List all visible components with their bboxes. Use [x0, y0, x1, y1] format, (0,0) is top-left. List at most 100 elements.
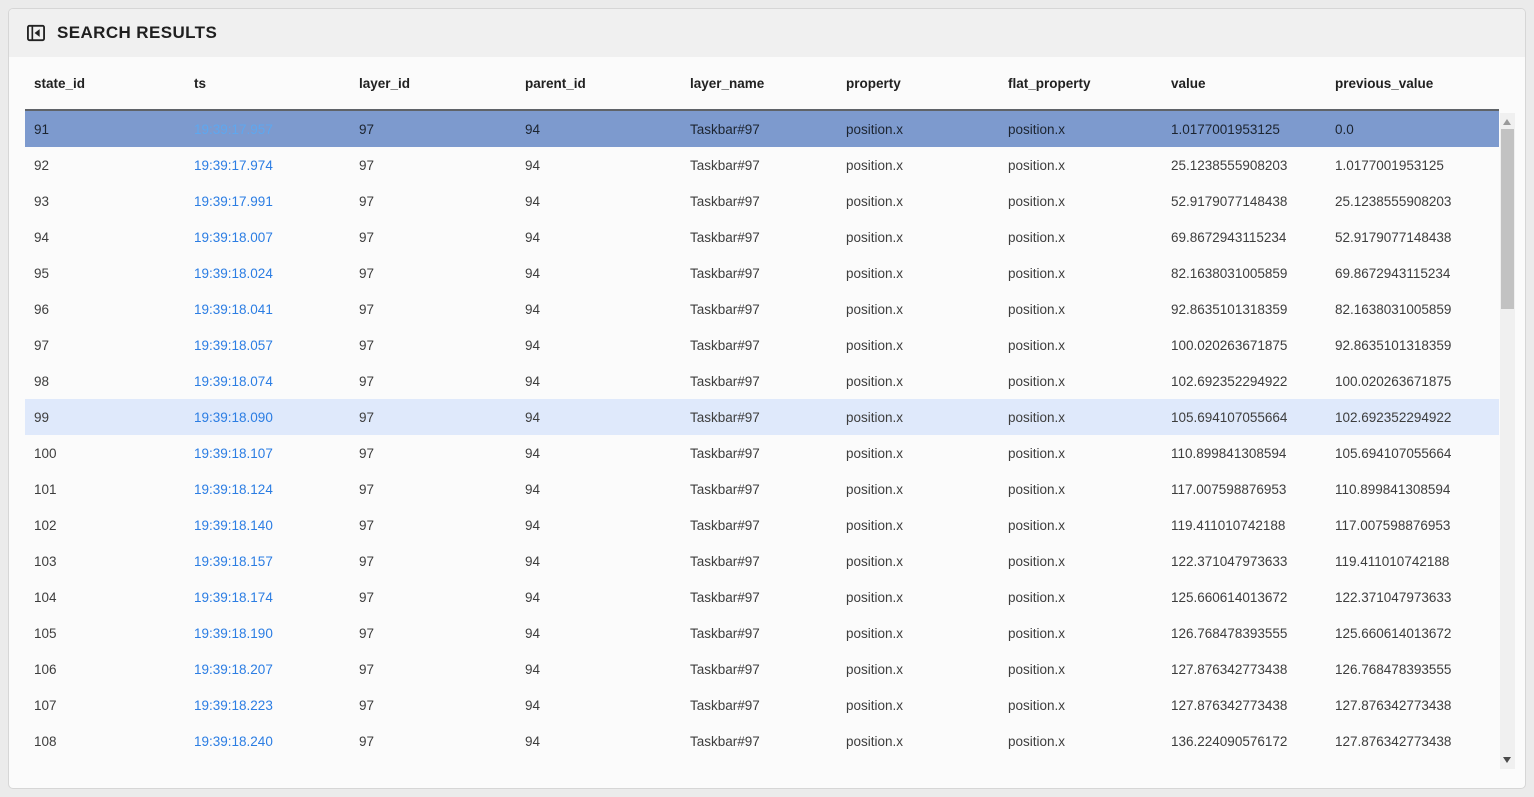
- cell-property: position.x: [837, 734, 999, 749]
- cell-layer_name: Taskbar#97: [681, 410, 837, 425]
- ts-link[interactable]: 19:39:17.974: [194, 158, 273, 173]
- cell-layer_id: 97: [350, 158, 516, 173]
- table-row[interactable]: 108 19:39:18.240 97 94 Taskbar#97 positi…: [25, 723, 1499, 759]
- scroll-up-icon[interactable]: [1503, 119, 1511, 125]
- ts-link[interactable]: 19:39:18.174: [194, 590, 273, 605]
- cell-previous_value: 82.1638031005859: [1326, 302, 1499, 317]
- dock-left-icon[interactable]: [25, 22, 47, 44]
- ts-link[interactable]: 19:39:18.157: [194, 554, 273, 569]
- ts-link[interactable]: 19:39:18.090: [194, 410, 273, 425]
- cell-state_id: 99: [25, 410, 185, 425]
- cell-previous_value: 127.876342773438: [1326, 734, 1499, 749]
- cell-parent_id: 94: [516, 554, 681, 569]
- ts-link[interactable]: 19:39:18.041: [194, 302, 273, 317]
- ts-link[interactable]: 19:39:17.957: [194, 122, 273, 137]
- ts-link[interactable]: 19:39:18.007: [194, 230, 273, 245]
- ts-link[interactable]: 19:39:18.107: [194, 446, 273, 461]
- scrollbar-track[interactable]: [1500, 113, 1515, 769]
- table-row[interactable]: 93 19:39:17.991 97 94 Taskbar#97 positio…: [25, 183, 1499, 219]
- cell-ts: 19:39:18.223: [185, 698, 350, 713]
- cell-flat_property: position.x: [999, 194, 1162, 209]
- table-row[interactable]: 92 19:39:17.974 97 94 Taskbar#97 positio…: [25, 147, 1499, 183]
- table-row[interactable]: 97 19:39:18.057 97 94 Taskbar#97 positio…: [25, 327, 1499, 363]
- col-header-layer_name: layer_name: [681, 76, 837, 91]
- table-row[interactable]: 106 19:39:18.207 97 94 Taskbar#97 positi…: [25, 651, 1499, 687]
- table-row[interactable]: 101 19:39:18.124 97 94 Taskbar#97 positi…: [25, 471, 1499, 507]
- cell-previous_value: 102.692352294922: [1326, 410, 1499, 425]
- table-row[interactable]: 100 19:39:18.107 97 94 Taskbar#97 positi…: [25, 435, 1499, 471]
- table-row[interactable]: 103 19:39:18.157 97 94 Taskbar#97 positi…: [25, 543, 1499, 579]
- ts-link[interactable]: 19:39:18.074: [194, 374, 273, 389]
- cell-flat_property: position.x: [999, 482, 1162, 497]
- cell-property: position.x: [837, 230, 999, 245]
- table-row[interactable]: 102 19:39:18.140 97 94 Taskbar#97 positi…: [25, 507, 1499, 543]
- cell-layer_id: 97: [350, 518, 516, 533]
- ts-link[interactable]: 19:39:18.223: [194, 698, 273, 713]
- cell-ts: 19:39:18.240: [185, 734, 350, 749]
- ts-link[interactable]: 19:39:17.991: [194, 194, 273, 209]
- cell-state_id: 108: [25, 734, 185, 749]
- cell-parent_id: 94: [516, 446, 681, 461]
- table-row[interactable]: 99 19:39:18.090 97 94 Taskbar#97 positio…: [25, 399, 1499, 435]
- results-table-area: state_id ts layer_id parent_id layer_nam…: [9, 57, 1525, 789]
- cell-layer_name: Taskbar#97: [681, 302, 837, 317]
- ts-link[interactable]: 19:39:18.140: [194, 518, 273, 533]
- cell-parent_id: 94: [516, 518, 681, 533]
- cell-previous_value: 126.768478393555: [1326, 662, 1499, 677]
- col-header-property: property: [837, 76, 999, 91]
- cell-ts: 19:39:18.174: [185, 590, 350, 605]
- cell-layer_id: 97: [350, 698, 516, 713]
- table-row[interactable]: 105 19:39:18.190 97 94 Taskbar#97 positi…: [25, 615, 1499, 651]
- cell-value: 25.1238555908203: [1162, 158, 1326, 173]
- cell-previous_value: 125.660614013672: [1326, 626, 1499, 641]
- ts-link[interactable]: 19:39:18.057: [194, 338, 273, 353]
- cell-previous_value: 0.0: [1326, 122, 1499, 137]
- ts-link[interactable]: 19:39:18.240: [194, 734, 273, 749]
- ts-link[interactable]: 19:39:18.190: [194, 626, 273, 641]
- cell-parent_id: 94: [516, 590, 681, 605]
- cell-ts: 19:39:18.007: [185, 230, 350, 245]
- table-row[interactable]: 107 19:39:18.223 97 94 Taskbar#97 positi…: [25, 687, 1499, 723]
- cell-flat_property: position.x: [999, 230, 1162, 245]
- scroll-down-icon[interactable]: [1503, 757, 1511, 763]
- cell-previous_value: 92.8635101318359: [1326, 338, 1499, 353]
- cell-flat_property: position.x: [999, 698, 1162, 713]
- cell-ts: 19:39:18.157: [185, 554, 350, 569]
- cell-value: 105.694107055664: [1162, 410, 1326, 425]
- table-row[interactable]: 94 19:39:18.007 97 94 Taskbar#97 positio…: [25, 219, 1499, 255]
- cell-ts: 19:39:18.140: [185, 518, 350, 533]
- col-header-state_id: state_id: [25, 76, 185, 91]
- cell-flat_property: position.x: [999, 302, 1162, 317]
- cell-flat_property: position.x: [999, 338, 1162, 353]
- cell-value: 100.020263671875: [1162, 338, 1326, 353]
- table-row[interactable]: 96 19:39:18.041 97 94 Taskbar#97 positio…: [25, 291, 1499, 327]
- cell-value: 126.768478393555: [1162, 626, 1326, 641]
- cell-layer_name: Taskbar#97: [681, 518, 837, 533]
- cell-parent_id: 94: [516, 158, 681, 173]
- cell-ts: 19:39:18.057: [185, 338, 350, 353]
- cell-property: position.x: [837, 662, 999, 677]
- cell-layer_name: Taskbar#97: [681, 590, 837, 605]
- panel-header: SEARCH RESULTS: [9, 9, 1525, 57]
- table-row[interactable]: 91 19:39:17.957 97 94 Taskbar#97 positio…: [25, 111, 1499, 147]
- cell-layer_name: Taskbar#97: [681, 482, 837, 497]
- cell-previous_value: 119.411010742188: [1326, 554, 1499, 569]
- ts-link[interactable]: 19:39:18.024: [194, 266, 273, 281]
- cell-state_id: 100: [25, 446, 185, 461]
- cell-layer_id: 97: [350, 734, 516, 749]
- cell-value: 127.876342773438: [1162, 698, 1326, 713]
- cell-flat_property: position.x: [999, 446, 1162, 461]
- cell-layer_id: 97: [350, 374, 516, 389]
- scrollbar-thumb[interactable]: [1501, 129, 1514, 309]
- cell-value: 1.0177001953125: [1162, 122, 1326, 137]
- table-row[interactable]: 104 19:39:18.174 97 94 Taskbar#97 positi…: [25, 579, 1499, 615]
- ts-link[interactable]: 19:39:18.124: [194, 482, 273, 497]
- cell-state_id: 104: [25, 590, 185, 605]
- cell-state_id: 96: [25, 302, 185, 317]
- cell-ts: 19:39:18.124: [185, 482, 350, 497]
- table-row[interactable]: 98 19:39:18.074 97 94 Taskbar#97 positio…: [25, 363, 1499, 399]
- table-row[interactable]: 95 19:39:18.024 97 94 Taskbar#97 positio…: [25, 255, 1499, 291]
- cell-state_id: 107: [25, 698, 185, 713]
- ts-link[interactable]: 19:39:18.207: [194, 662, 273, 677]
- cell-layer_name: Taskbar#97: [681, 626, 837, 641]
